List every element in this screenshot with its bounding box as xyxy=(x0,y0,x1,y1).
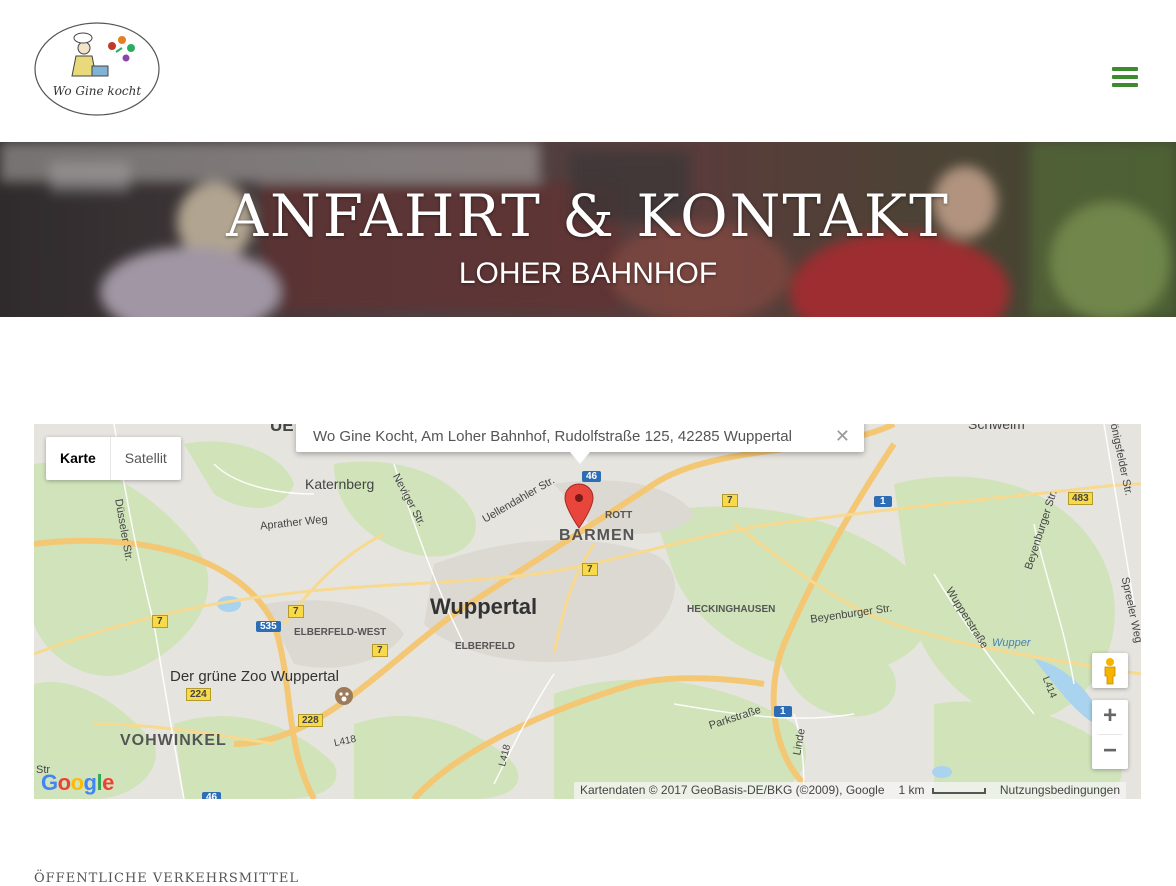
map-label-zoo: Der grüne Zoo Wuppertal xyxy=(170,668,339,685)
map-label-heckinghausen: HECKINGHAUSEN xyxy=(687,604,776,615)
shield-r7-e: 7 xyxy=(372,644,388,657)
shield-r7-d: 7 xyxy=(152,615,168,628)
map-type-karte-button[interactable]: Karte xyxy=(46,437,111,480)
street-view-pegman-button[interactable] xyxy=(1092,653,1128,688)
shield-a535: 535 xyxy=(256,621,281,632)
page-title: ANFAHRT & KONTAKT xyxy=(226,182,950,250)
map-attribution-bar: Kartendaten © 2017 GeoBasis-DE/BKG (©200… xyxy=(574,782,1126,799)
zoom-control: + − xyxy=(1092,700,1128,769)
info-window-tail xyxy=(570,452,590,464)
map-info-window: Wo Gine Kocht, Am Loher Bahnhof, Rudolfs… xyxy=(296,424,864,464)
zoom-in-button[interactable]: + xyxy=(1092,700,1128,734)
hamburger-menu-button[interactable] xyxy=(1112,67,1138,89)
map-label-elberfeld: ELBERFELD xyxy=(455,641,515,652)
close-icon[interactable]: ✕ xyxy=(835,426,850,447)
logo-graphic xyxy=(34,22,160,116)
hamburger-icon xyxy=(1112,67,1138,71)
map-label-schwelm: Schwelm xyxy=(968,424,1025,432)
terms-link[interactable]: Nutzungsbedingungen xyxy=(1000,782,1120,799)
scale-bar xyxy=(931,787,986,794)
map-attribution: Kartendaten © 2017 GeoBasis-DE/BKG (©200… xyxy=(580,783,885,797)
page-subtitle: LOHER BAHNHOF xyxy=(458,257,718,290)
map-label-elberfeld-west: ELBERFELD-WEST xyxy=(294,627,387,638)
map-label-barmen: BARMEN xyxy=(559,527,636,544)
shield-b228: 228 xyxy=(298,714,323,727)
map-type-control: Karte Satellit xyxy=(46,437,181,480)
shield-a1-b: 1 xyxy=(774,706,792,717)
zoo-poi-icon xyxy=(335,687,353,705)
map-type-satellit-button[interactable]: Satellit xyxy=(111,437,181,480)
logo-text: Wo Gine kocht xyxy=(52,84,142,98)
site-logo[interactable]: Wo Gine kocht xyxy=(34,22,160,116)
shield-b224: 224 xyxy=(186,688,211,701)
site-header: Wo Gine kocht xyxy=(0,0,1176,142)
map-scale[interactable]: 1 km xyxy=(899,782,986,799)
shield-r7-a: 7 xyxy=(722,494,738,507)
shield-a46: 46 xyxy=(582,471,602,482)
map-label-ue: UE xyxy=(270,424,294,435)
map-label-wupper: Wupper xyxy=(992,637,1031,649)
google-map[interactable]: Schwelm UE Katernberg BARMEN ROTT Wupper… xyxy=(34,424,1141,799)
shield-a46-b: 46 xyxy=(202,792,222,799)
shield-a1-a: 1 xyxy=(874,496,892,507)
shield-r7-b: 7 xyxy=(582,563,598,576)
zoom-out-button[interactable]: − xyxy=(1092,735,1128,769)
map-label-katernberg: Katernberg xyxy=(305,476,375,492)
map-label-rott: ROTT xyxy=(605,510,633,521)
shield-r7-c: 7 xyxy=(288,605,304,618)
hero-banner: ANFAHRT & KONTAKT LOHER BAHNHOF xyxy=(0,142,1176,317)
google-logo[interactable]: Google xyxy=(41,770,114,796)
map-label-wuppertal: Wuppertal xyxy=(430,594,538,619)
map-label-vohwinkel: VOHWINKEL xyxy=(120,732,227,749)
shield-b483: 483 xyxy=(1068,492,1093,505)
section-heading-public-transport: ÖFFENTLICHE VERKEHRSMITTEL xyxy=(34,871,299,886)
info-window-address: Wo Gine Kocht, Am Loher Bahnhof, Rudolfs… xyxy=(313,428,792,445)
pegman-icon xyxy=(1104,658,1116,685)
